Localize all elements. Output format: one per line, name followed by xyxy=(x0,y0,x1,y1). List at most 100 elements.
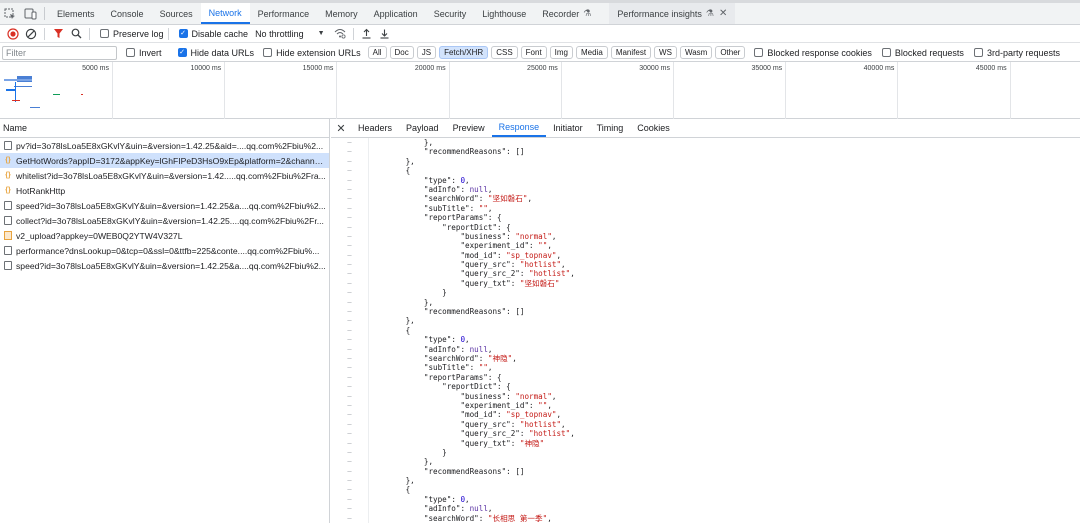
tab-performance-insights[interactable]: Performance insights ⚗ ✕ xyxy=(609,3,736,24)
tab-sources[interactable]: Sources xyxy=(152,3,201,24)
hide-data-urls-checkbox[interactable]: ✓ Hide data URLs xyxy=(177,48,254,58)
record-stop-icon[interactable] xyxy=(4,25,22,43)
blocked-response-cookies-box[interactable] xyxy=(754,48,764,57)
filter-type-all[interactable]: All xyxy=(367,46,387,59)
hide-extension-urls-box[interactable] xyxy=(263,48,273,57)
code-line: "experiment_id": "", xyxy=(369,401,1080,410)
code-token: }, xyxy=(423,297,434,307)
overview-gridline xyxy=(112,62,113,119)
export-har-icon[interactable] xyxy=(376,25,394,43)
detail-tab-headers[interactable]: Headers xyxy=(351,119,399,137)
tab-recorder[interactable]: Recorder ⚗ xyxy=(534,3,599,24)
detail-tab-timing[interactable]: Timing xyxy=(590,119,631,137)
filter-type-media[interactable]: Media xyxy=(576,46,608,59)
throttling-value: No throttling xyxy=(255,28,304,39)
detail-tab-cookies[interactable]: Cookies xyxy=(630,119,677,137)
preserve-log-checkbox[interactable]: Preserve log xyxy=(100,29,164,39)
close-icon[interactable]: ✕ xyxy=(331,119,351,137)
third-party-requests-box[interactable] xyxy=(973,48,983,57)
tab-network[interactable]: Network xyxy=(200,3,250,24)
tab-console[interactable]: Console xyxy=(103,3,152,24)
gutter-marker: – xyxy=(347,513,352,522)
hide-extension-urls-checkbox[interactable]: Hide extension URLs xyxy=(263,48,361,58)
hide-data-urls-box[interactable]: ✓ xyxy=(177,48,187,57)
network-overview-timeline[interactable]: 5000 ms 10000 ms 15000 ms 20000 ms 25000 ms 3… xyxy=(0,62,1080,119)
disable-cache-box[interactable]: ✓ xyxy=(178,29,188,38)
blocked-requests-box[interactable] xyxy=(881,48,891,57)
detail-tab-payload[interactable]: Payload xyxy=(399,119,446,137)
tab-performance[interactable]: Performance xyxy=(250,3,318,24)
name-column-header[interactable]: Name xyxy=(0,119,329,138)
preserve-log-box[interactable] xyxy=(100,29,109,38)
request-row[interactable]: {} whitelist?id=3o78lsLoa5E8xGKvlY&uin=&v… xyxy=(0,168,329,183)
filter-type-wasm[interactable]: Wasm xyxy=(679,46,713,59)
blocked-response-cookies-label: Blocked response cookies xyxy=(767,47,872,58)
tab-performance-insights-label: Performance insights xyxy=(617,8,702,19)
filter-type-fetch-xhr[interactable]: Fetch/XHR xyxy=(439,46,489,59)
toolbar-separator xyxy=(352,27,354,40)
response-body: }, "recommendReasons": [] }, { "type": 0… xyxy=(369,138,1080,523)
code-token: "normal" xyxy=(515,231,552,241)
code-token: { xyxy=(405,166,411,176)
filter-icon[interactable] xyxy=(49,25,67,43)
request-row[interactable]: collect?id=3o78lsLoa5E8xGKvlY&uin=&versi… xyxy=(0,213,329,228)
inspect-element-icon[interactable] xyxy=(0,3,20,24)
overview-gridline xyxy=(336,62,338,119)
filter-input[interactable] xyxy=(2,45,117,60)
code-line: "reportParams": { xyxy=(369,373,1080,382)
gutter-marker: – xyxy=(347,476,352,485)
code-token: "type" xyxy=(423,494,452,504)
third-party-requests-checkbox[interactable]: 3rd-party requests xyxy=(973,48,1060,58)
blocked-requests-label: Blocked requests xyxy=(894,47,964,58)
code-line: { xyxy=(369,326,1080,335)
overview-tick-label: 40000 ms xyxy=(863,65,895,72)
request-name: GetHotWords?appID=3172&appKey=lGhFIPeD3H… xyxy=(16,155,326,166)
response-viewer[interactable]: – – – – – – – – – – – – – – – – – – – – – – – – – – – – – – – – – – – – – – – –… xyxy=(331,138,1080,523)
close-icon[interactable]: ✕ xyxy=(719,8,727,19)
disable-cache-checkbox[interactable]: ✓ Disable cache xyxy=(178,29,248,39)
search-icon[interactable] xyxy=(67,25,85,43)
tab-memory[interactable]: Memory xyxy=(317,3,366,24)
invert-box[interactable] xyxy=(126,48,135,57)
tab-lighthouse[interactable]: Lighthouse xyxy=(474,3,534,24)
network-conditions-icon[interactable] xyxy=(331,25,349,43)
gutter-marker: – xyxy=(347,194,352,203)
filter-type-ws[interactable]: WS xyxy=(654,46,677,59)
throttling-select[interactable]: No throttling ▼ xyxy=(255,29,324,39)
filter-type-other[interactable]: Other xyxy=(715,46,746,59)
filter-type-doc[interactable]: Doc xyxy=(389,46,414,59)
request-row[interactable]: {} GetHotWords?appID=3172&appKey=lGhFIPeD… xyxy=(0,153,329,168)
code-token: , xyxy=(556,410,562,420)
blocked-response-cookies-checkbox[interactable]: Blocked response cookies xyxy=(754,48,872,58)
filter-type-manifest[interactable]: Manifest xyxy=(610,46,652,59)
detail-tab-preview[interactable]: Preview xyxy=(446,119,492,137)
tab-elements[interactable]: Elements xyxy=(49,3,103,24)
network-toolbar: Preserve log ✓ Disable cache No throttli… xyxy=(0,25,1080,43)
code-line: "searchWord": "神隐", xyxy=(369,354,1080,363)
request-row[interactable]: {} HotRankHttp xyxy=(0,183,329,198)
invert-checkbox[interactable]: Invert xyxy=(126,48,162,58)
request-row[interactable]: pv?id=3o78lsLoa5E8xGKvlY&uin=&version=1.… xyxy=(0,138,329,153)
code-line: }, xyxy=(369,298,1080,307)
request-row[interactable]: speed?id=3o78lsLoa5E8xGKvlY&uin=&version… xyxy=(0,258,329,273)
import-har-icon[interactable] xyxy=(358,25,376,43)
detail-tab-response[interactable]: Response xyxy=(491,119,547,137)
code-token: , xyxy=(561,260,566,270)
request-row[interactable]: speed?id=3o78lsLoa5E8xGKvlY&uin=&version… xyxy=(0,198,329,213)
filter-type-css[interactable]: CSS xyxy=(491,46,518,59)
code-token: : xyxy=(497,250,507,260)
detail-tab-initiator[interactable]: Initiator xyxy=(546,119,590,137)
filter-type-img[interactable]: Img xyxy=(549,46,574,59)
code-token: "mod_id" xyxy=(460,410,498,420)
filter-type-js[interactable]: JS xyxy=(416,46,437,59)
tab-application[interactable]: Application xyxy=(366,3,426,24)
request-row[interactable]: performance?dnsLookup=0&tcp=0&ssl=0&ttfb… xyxy=(0,243,329,258)
clear-icon[interactable] xyxy=(22,25,40,43)
blocked-requests-checkbox[interactable]: Blocked requests xyxy=(881,47,964,58)
request-row[interactable]: v2_upload?appkey=0WEB0Q2YTW4V327L xyxy=(0,228,329,243)
code-line: "mod_id": "sp_topnav", xyxy=(369,251,1080,260)
tab-security[interactable]: Security xyxy=(426,3,475,24)
device-toolbar-icon[interactable] xyxy=(20,3,40,24)
code-token: "searchWord" xyxy=(423,353,479,363)
filter-type-font[interactable]: Font xyxy=(520,46,547,59)
